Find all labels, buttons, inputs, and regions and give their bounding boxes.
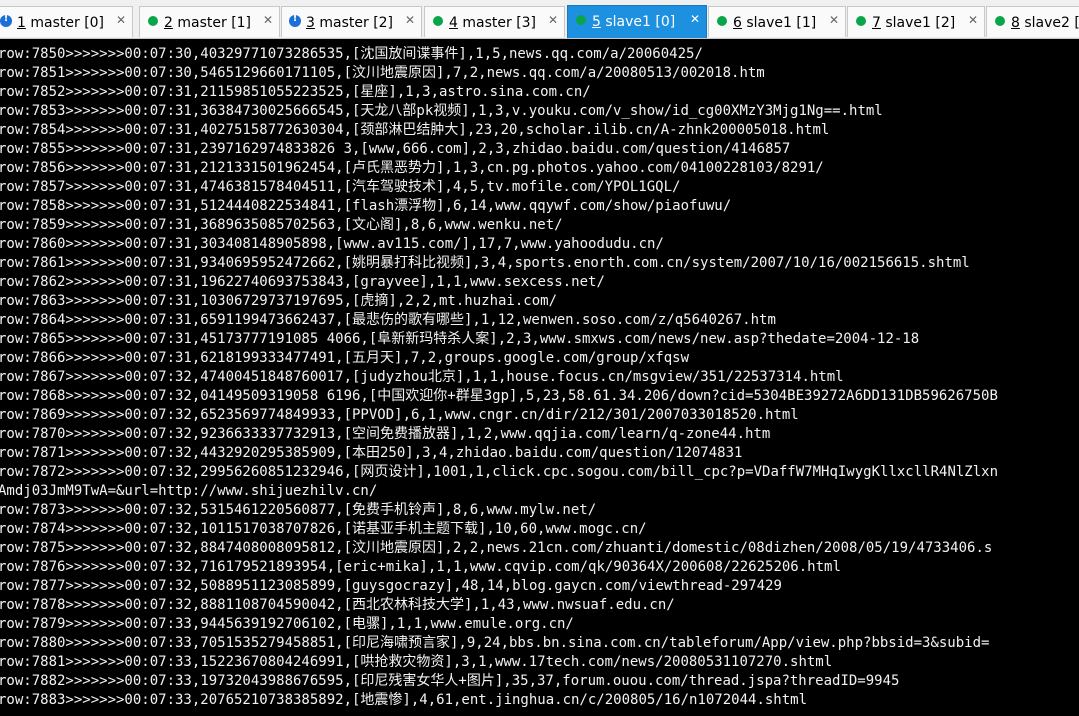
terminal-line: row:7874>>>>>>>00:07:32,1011517038707826… [0,521,647,537]
tab-number: 5 [592,14,601,30]
tab-label: 8 slave2 [0] [1011,15,1079,31]
terminal-line: row:7882>>>>>>>00:07:33,1973204398867659… [0,673,900,689]
tab-title: master [2] [314,15,394,31]
tab-label: 5 slave1 [0] [592,14,675,30]
close-icon[interactable]: ✕ [690,12,700,26]
status-dot-icon [148,16,158,26]
tab-number: 6 [733,15,742,31]
terminal-line: row:7869>>>>>>>00:07:32,6523569774849933… [0,407,799,423]
tab-4[interactable]: 4 master [3] ✕ [424,6,565,37]
terminal-line: row:7859>>>>>>>00:07:31,3689635085702563… [0,217,563,233]
status-dot-icon [856,16,866,26]
terminal-line: row:7851>>>>>>>00:07:30,5465129660171105… [0,65,765,81]
terminal-line: row:7861>>>>>>>00:07:31,9340695952472662… [0,255,970,271]
terminal-line: row:7880>>>>>>>00:07:33,7051535279458851… [0,635,990,651]
close-icon[interactable]: ✕ [405,13,415,27]
terminal-line: row:7857>>>>>>>00:07:31,4746381578404511… [0,179,681,195]
close-icon[interactable]: ✕ [968,13,978,27]
close-icon[interactable]: ✕ [548,13,558,27]
status-dot-icon [576,15,586,25]
tab-label: 1 master [0] [17,15,104,31]
tab-number: 1 [17,15,26,31]
terminal-line: row:7867>>>>>>>00:07:32,4740045184876001… [0,369,844,385]
tab-label: 4 master [3] [449,15,536,31]
tab-number: 7 [872,15,881,31]
terminal-line: row:7876>>>>>>>00:07:32,716179521893954,… [0,559,841,575]
terminal-line: row:7858>>>>>>>00:07:31,5124440822534841… [0,198,732,214]
terminal-line: row:7853>>>>>>>00:07:31,3638473002566654… [0,103,883,119]
terminal-line: row:7856>>>>>>>00:07:31,2121331501962454… [0,160,824,176]
tab-number: 3 [306,15,315,31]
terminal-line: row:7850>>>>>>>00:07:30,4032977107328653… [0,46,703,62]
warning-icon [289,13,301,27]
tab-number: 8 [1011,15,1020,31]
tab-title: master [0] [25,15,105,31]
tab-title: master [3] [457,15,537,31]
tab-label: 6 slave1 [1] [733,15,816,31]
terminal-line: row:7871>>>>>>>00:07:32,4432920295385909… [0,445,743,461]
tab-number: 4 [449,15,458,31]
tab-label: 3 master [2] [306,15,393,31]
tab-5[interactable]: 5 slave1 [0] ✕ [567,5,707,38]
terminal-line: row:7877>>>>>>>00:07:32,5088951123085899… [0,578,782,594]
terminal-line: row:7863>>>>>>>00:07:31,1030672973719769… [0,293,558,309]
terminal-line: row:7881>>>>>>>00:07:33,1522367080424699… [0,654,833,670]
terminal-output[interactable]: row:7850>>>>>>>00:07:30,4032977107328653… [0,40,1079,716]
tab-1[interactable]: 1 master [0] ✕ [0,6,133,37]
terminal-line: row:7873>>>>>>>00:07:32,5315461220560877… [0,502,597,518]
terminal-line: row:7854>>>>>>>00:07:31,4027515877263030… [0,122,830,138]
status-dot-icon [433,16,443,26]
close-icon[interactable]: ✕ [263,13,273,27]
tab-label: 7 slave1 [2] [872,15,955,31]
terminal-line: row:7866>>>>>>>00:07:31,6218199333477491… [0,350,690,366]
tab-6[interactable]: 6 slave1 [1] ✕ [708,6,846,37]
status-dot-icon [995,16,1005,26]
tab-label: 2 master [1] [164,15,251,31]
terminal-line: row:7883>>>>>>>00:07:33,2076521073838589… [0,692,808,708]
tab-8[interactable]: 8 slave2 [0]✕ [986,6,1079,37]
terminal-line: row:7852>>>>>>>00:07:31,2115985105522352… [0,84,591,100]
terminal-line: Amdj03JmM9TwA=&url=http://www.shijuezhil… [0,483,378,499]
tab-2[interactable]: 2 master [1] ✕ [139,6,280,37]
tab-bar: 1 master [0]✕2 master [1]✕3 master [2]✕4… [0,0,1079,39]
status-dot-icon [717,16,727,26]
tab-title: slave1 [1] [741,15,817,31]
tab-title: master [1] [172,15,252,31]
tab-number: 2 [164,15,173,31]
terminal-line: row:7875>>>>>>>00:07:32,8847408008095812… [0,540,993,556]
tab-title: slave2 [0] [1024,15,1079,31]
terminal-line: row:7855>>>>>>>00:07:31,2397162974833826… [0,141,791,157]
tab-7[interactable]: 7 slave1 [2] ✕ [847,6,985,37]
tab-3[interactable]: 3 master [2] ✕ [281,6,422,37]
close-icon[interactable]: ✕ [829,13,839,27]
tab-title: slave1 [0] [600,14,676,30]
warning-icon [0,13,12,27]
terminal-line: row:7860>>>>>>>00:07:31,303408148905898,… [0,236,664,252]
tab-title: slave1 [2] [880,15,956,31]
terminal-line: row:7878>>>>>>>00:07:32,8881108704590042… [0,597,675,613]
terminal-line: row:7872>>>>>>>00:07:32,2995626085123294… [0,464,999,480]
terminal-line: row:7864>>>>>>>00:07:31,6591199473662437… [0,312,776,328]
terminal-line: row:7862>>>>>>>00:07:31,1962274069375384… [0,274,605,290]
terminal-line: row:7879>>>>>>>00:07:33,9445639192706102… [0,616,574,632]
close-icon[interactable]: ✕ [116,13,126,27]
terminal-line: row:7865>>>>>>>00:07:31,45173777191085 4… [0,331,920,347]
terminal-line: row:7870>>>>>>>00:07:32,9236633337732913… [0,426,771,442]
terminal-line: row:7868>>>>>>>00:07:32,04149509319058 6… [0,388,998,404]
